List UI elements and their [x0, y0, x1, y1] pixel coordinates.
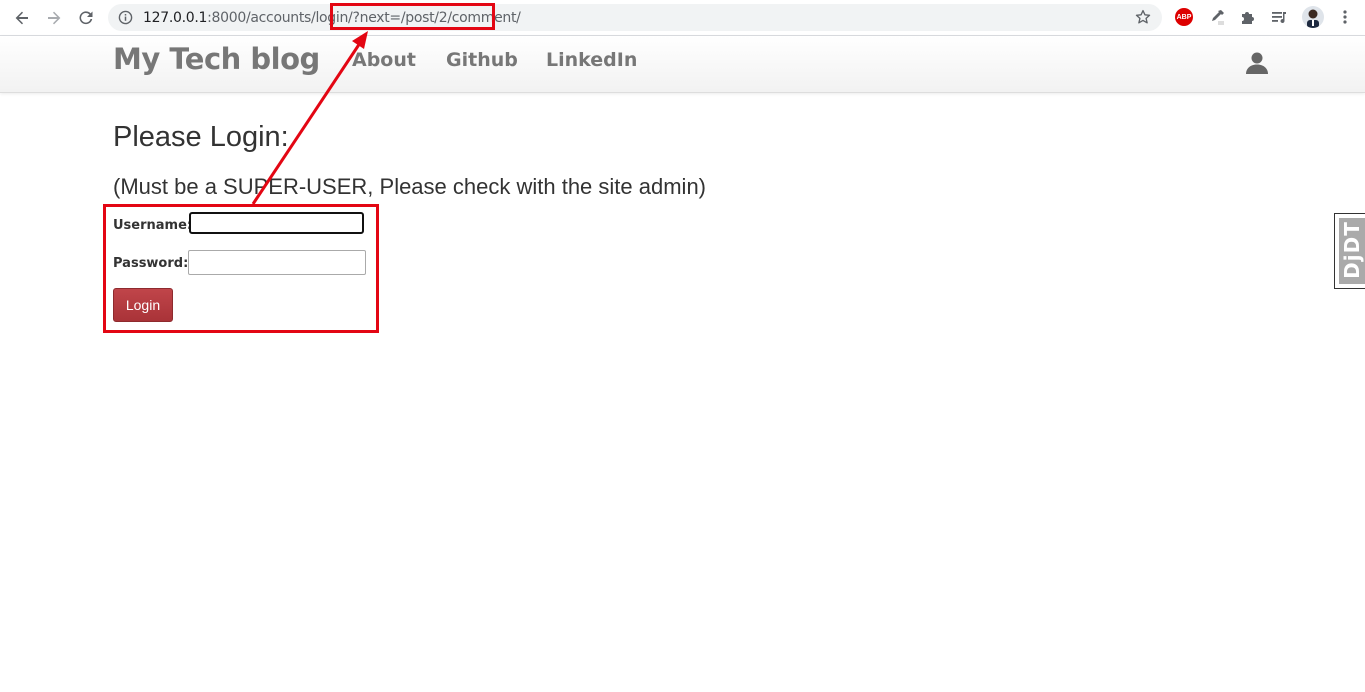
site-navbar: My Tech blog About Github LinkedIn — [0, 36, 1365, 93]
password-label: Password: — [113, 256, 189, 271]
page-title: Please Login: — [113, 121, 289, 153]
username-input[interactable] — [189, 212, 364, 234]
debug-toolbar-handle[interactable]: DjDT — [1334, 213, 1365, 289]
browser-toolbar: 127.0.0.1:8000/accounts/login/?next=/pos… — [0, 0, 1365, 36]
login-button[interactable]: Login — [113, 288, 173, 322]
abp-label: ABP — [1176, 13, 1192, 21]
brand-link[interactable]: My Tech blog — [113, 42, 320, 76]
nav-link-about[interactable]: About — [352, 49, 416, 71]
url-query: ?next=/post/2/comment/ — [352, 10, 521, 26]
star-icon[interactable] — [1134, 8, 1152, 26]
media-queue-icon[interactable] — [1269, 7, 1289, 27]
menu-icon[interactable] — [1335, 7, 1355, 27]
abp-icon[interactable]: ABP — [1175, 8, 1193, 26]
url-host: 127.0.0.1 — [143, 10, 208, 26]
debug-toolbar-label-box: DjDT — [1339, 218, 1365, 284]
annotation-arrow — [251, 31, 368, 205]
password-input[interactable] — [188, 250, 366, 275]
nav-link-github[interactable]: Github — [446, 49, 518, 71]
page-subtitle: (Must be a SUPER-USER, Please check with… — [113, 174, 707, 199]
url-text[interactable]: 127.0.0.1:8000/accounts/login/?next=/pos… — [143, 10, 521, 26]
reload-icon — [79, 11, 93, 25]
forward-button[interactable] — [42, 6, 66, 30]
back-icon — [15, 11, 28, 25]
back-button[interactable] — [10, 6, 34, 30]
reload-button[interactable] — [74, 6, 98, 30]
eyedropper-icon[interactable] — [1207, 7, 1227, 27]
username-label: Username: — [113, 218, 193, 233]
puzzle-icon[interactable] — [1238, 7, 1258, 27]
address-bar[interactable]: 127.0.0.1:8000/accounts/login/?next=/pos… — [108, 4, 1162, 31]
nav-link-linkedin[interactable]: LinkedIn — [546, 49, 637, 71]
forward-icon — [48, 11, 61, 25]
user-icon[interactable] — [1245, 51, 1269, 75]
debug-toolbar-label: DjDT — [1339, 221, 1364, 279]
info-icon[interactable] — [118, 10, 133, 25]
profile-avatar[interactable] — [1302, 6, 1324, 28]
url-path: :8000/accounts/login/ — [207, 10, 353, 26]
